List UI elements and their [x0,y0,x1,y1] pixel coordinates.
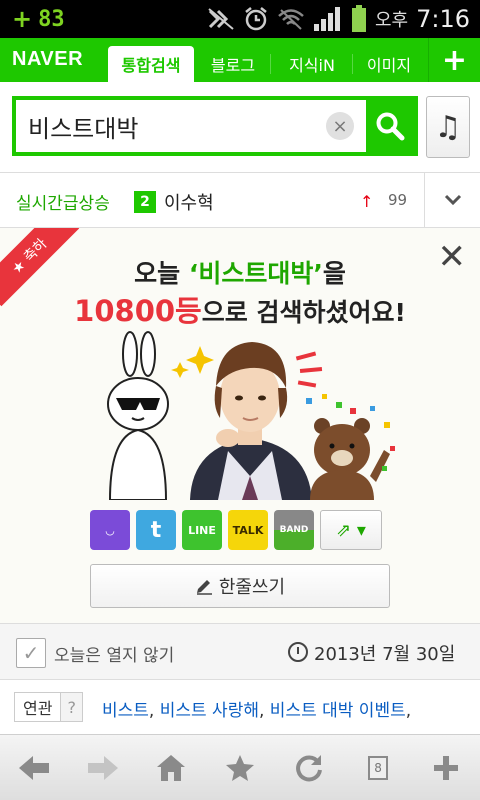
twitter-share-button[interactable]: t [136,510,176,550]
add-tab-icon [433,755,458,780]
clock: 7:16 [416,5,470,33]
rising-arrow-icon: ↑ [360,192,374,211]
search-keyword: ‘비스트대박’ [188,259,323,288]
search-area: 비스트대박 × ♫ [0,82,480,172]
realtime-label: 실시간급상승 [16,194,110,214]
related-link[interactable]: 비스트 [102,701,149,721]
related-searches: 연관 ? 비스트, 비스트 사랑해, 비스트 대박 이벤트, [0,680,480,734]
line-share-button[interactable]: LINE [182,510,222,550]
date-text: 2013년 7월 30일 [314,644,456,665]
status-left: + 83 [12,7,65,32]
bear-character [310,418,390,500]
naver-logo[interactable]: NAVER [12,48,83,71]
status-bar: + 83 오후 7:16 [0,0,480,38]
music-search-button[interactable]: ♫ [426,96,470,158]
rank-keyword[interactable]: 이수혁 [164,189,214,215]
naver-navbar: NAVER 통합검색 블로그 지식iN 이미지 + [0,38,480,82]
refresh-button[interactable] [283,742,335,794]
related-link[interactable]: 비스트 대박 이벤트 [270,701,406,721]
comment-label: 한줄쓰기 [218,577,286,598]
message-prefix: 오늘 [134,259,189,288]
nav-divider [270,54,271,74]
pencil-icon [196,580,212,595]
chevron-down-icon [444,194,461,206]
search-button[interactable] [366,100,414,152]
status-right: 오후 7:16 [207,0,470,38]
clear-icon[interactable]: × [326,112,354,140]
rank-change: 99 [388,191,408,209]
expand-ranking-button[interactable] [424,173,480,227]
celebration-illustration [107,331,395,500]
home-icon [157,754,186,781]
bookmark-button[interactable] [214,742,266,794]
tab-kin[interactable]: 지식iN [272,46,352,82]
tabs-icon: 8 [368,755,389,780]
nav-divider [352,54,353,74]
congrats-message-line1: 오늘 ‘비스트대박’을 [0,254,480,290]
browser-toolbar: 8 [0,734,480,800]
congrats-card: ★ 축하 ✕ 오늘 ‘비스트대박’을 10800등으로 검색하셨어요! ◡ t … [0,228,480,624]
battery-icon [351,5,366,32]
write-comment-button[interactable]: 한줄쓰기 [90,564,390,608]
back-button[interactable] [8,742,60,794]
person-figure [190,342,312,500]
tab-image[interactable]: 이미지 [354,46,424,82]
band-share-button[interactable]: BAND [274,510,314,550]
clock-icon [288,642,308,662]
forward-button[interactable] [77,742,129,794]
home-button[interactable] [145,742,197,794]
plus-icon: + [12,5,33,33]
signal-icon [313,7,340,31]
related-title: 연관 [23,699,53,718]
naver-me-share-button[interactable]: ◡ [90,510,130,550]
related-link[interactable]: 비스트 사랑해 [160,701,259,721]
message-tail: 으로 검색하셨어요! [201,298,406,327]
related-label: 연관 ? [14,692,83,722]
ampm: 오후 [374,10,409,31]
related-links: 비스트, 비스트 사랑해, 비스트 대박 이벤트, [102,701,412,721]
info-row: ✓ 오늘은 열지 않기 2013년 7월 30일 [0,624,480,680]
message-suffix: 을 [322,259,346,288]
new-tab-button[interactable] [420,742,472,794]
forward-icon [87,755,118,780]
help-icon[interactable]: ? [60,693,82,721]
realtime-ranking[interactable]: 실시간급상승 2 이수혁 ↑ 99 [0,172,480,228]
music-note-icon: ♫ [434,109,462,145]
dont-show-today-label[interactable]: 오늘은 열지 않기 [54,641,174,666]
bookmark-icon [225,754,254,781]
notification-count: 83 [38,6,65,32]
search-box: 비스트대박 × [12,96,418,156]
back-icon [19,755,50,780]
bunny-character [107,331,169,500]
congrats-message-line2: 10800등으로 검색하셨어요! [0,288,480,330]
refresh-icon [295,754,322,781]
search-input[interactable]: 비스트대박 [28,109,326,144]
tab-integrated-search[interactable]: 통합검색 [108,46,194,82]
dont-show-today-checkbox[interactable]: ✓ [16,638,46,668]
add-tab-button[interactable]: + [428,38,480,82]
alarm-icon [245,7,267,31]
rank-badge: 2 [134,191,156,213]
search-icon [376,112,405,141]
kakaotalk-share-button[interactable]: TALK [228,510,268,550]
mute-icon [208,8,234,30]
share-buttons: ◡ t LINE TALK BAND ⇗ ▾ [90,510,382,550]
tabs-button[interactable]: 8 [351,742,403,794]
search-rank-count: 10800등 [74,294,202,328]
wifi-icon [278,9,304,30]
tab-blog[interactable]: 블로그 [198,46,268,82]
share-more-button[interactable]: ⇗ ▾ [320,510,382,550]
